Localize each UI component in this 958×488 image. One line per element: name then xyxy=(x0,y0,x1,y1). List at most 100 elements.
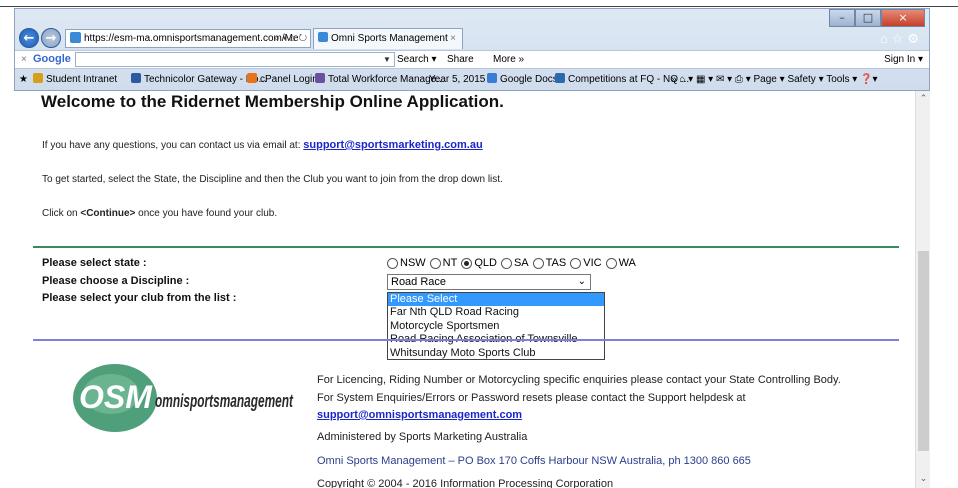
contact-text: If you have any questions, you can conta… xyxy=(42,140,301,151)
support-email-footer: support@omnisportsmanagement.com xyxy=(317,409,522,421)
command-bar[interactable]: » ⌂ ▾ ▦ ▾ ✉ ▾ ⎙ ▾ Page ▾ Safety ▾ Tools … xyxy=(671,70,878,90)
radio-circle xyxy=(500,257,512,269)
page-content: Welcome to the Ridernet Membership Onlin… xyxy=(33,91,899,488)
folder-icon xyxy=(33,73,43,83)
tab-favicon-icon xyxy=(318,32,328,42)
scroll-down-icon[interactable]: ⌄ xyxy=(916,473,931,488)
google-more-button[interactable]: More » xyxy=(493,51,524,68)
favorite-student-intranet[interactable]: Student Intranet xyxy=(33,70,117,90)
support-helpdesk-link[interactable]: support@omnisportsmanagement.com xyxy=(317,409,522,421)
click-prefix: Click on xyxy=(42,208,78,219)
address-url: https://esm-ma.omnisportsmanagement.com/… xyxy=(84,33,299,44)
club-option[interactable]: Whitsunday Moto Sports Club xyxy=(388,347,604,360)
radio-label: TAS xyxy=(545,257,567,269)
section-divider xyxy=(33,246,899,248)
toolbar-close-icon[interactable]: × xyxy=(21,51,27,68)
competitions-icon xyxy=(555,73,565,83)
radio-label: NSW xyxy=(400,257,426,269)
logo-small-text: omnisportsmanagement xyxy=(155,391,294,411)
system-text: For System Enquiries/Errors or Password … xyxy=(317,392,746,404)
instructions-text: To get started, select the State, the Di… xyxy=(42,174,503,185)
footer-divider xyxy=(33,339,899,341)
page-title: Welcome to the Ridernet Membership Onlin… xyxy=(41,92,504,111)
vertical-scrollbar[interactable]: ⌃ ⌄ xyxy=(915,91,930,488)
radio-label: QLD xyxy=(474,257,497,269)
click-suffix: once you have found your club. xyxy=(138,208,278,219)
discipline-select[interactable]: Road Race ⌄ xyxy=(387,274,591,290)
club-label: Please select your club from the list : xyxy=(42,292,237,304)
radio-label: SA xyxy=(513,257,529,269)
favorite-competitions[interactable]: Competitions at FQ - NQ ... xyxy=(555,70,689,90)
scroll-up-icon[interactable]: ⌃ xyxy=(916,93,931,108)
state-radio-group: NSW NT QLD SA TAS VIC WA xyxy=(387,257,640,269)
google-share-button[interactable]: Share xyxy=(447,51,474,68)
state-label: Please select state : xyxy=(42,257,147,269)
google-search-input[interactable] xyxy=(75,52,395,67)
maximize-button[interactable]: □ xyxy=(855,9,881,27)
radio-nt[interactable]: NT xyxy=(429,257,457,269)
favorites-bar: ★ Student Intranet Technicolor Gateway -… xyxy=(15,70,929,91)
close-window-button[interactable]: × xyxy=(881,9,925,27)
club-option[interactable]: Please Select xyxy=(388,293,604,307)
google-sign-in-button[interactable]: Sign In ▾ xyxy=(884,51,923,68)
radio-circle xyxy=(532,257,544,269)
radio-nsw[interactable]: NSW xyxy=(387,257,426,269)
radio-label: VIC xyxy=(583,257,602,269)
radio-circle xyxy=(387,257,398,269)
address-text: Omni Sports Management – PO Box 170 Coff… xyxy=(317,455,751,467)
radio-circle xyxy=(570,257,582,269)
tab-title: Omni Sports Management xyxy=(331,33,448,44)
favorite-label: Student Intranet xyxy=(46,74,118,85)
minimize-button[interactable]: – xyxy=(829,9,855,27)
home-favorites-tools-icons[interactable]: ⌂☆⚙ xyxy=(880,31,923,47)
favorite-cpanel[interactable]: cPanel Login xyxy=(247,70,318,90)
club-option[interactable]: Motorcycle Sportsmen xyxy=(388,320,604,333)
google-toolbar: × Google ▼ Search ▾ Share More » Sign In… xyxy=(15,50,929,69)
radio-vic[interactable]: VIC xyxy=(570,257,602,269)
support-email-link[interactable]: support@sportsmarketing.com.au xyxy=(303,139,482,151)
administered-text: Administered by Sports Marketing Austral… xyxy=(317,431,528,443)
radio-tas[interactable]: TAS xyxy=(532,257,567,269)
top-border xyxy=(0,0,958,7)
google-docs-icon xyxy=(487,73,497,83)
copyright-text: Copyright © 2004 - 2016 Information Proc… xyxy=(317,478,614,488)
favorite-workforce[interactable]: Total Workforce Manage... xyxy=(315,70,445,90)
cpanel-icon xyxy=(247,73,257,83)
favorite-technicolor[interactable]: Technicolor Gateway - Ho... xyxy=(131,70,267,90)
browser-chrome: – □ × ← → https://esm-ma.omnisportsmanag… xyxy=(14,8,930,91)
radio-qld[interactable]: QLD xyxy=(461,257,497,269)
radio-circle xyxy=(605,257,617,269)
forward-icon[interactable]: → xyxy=(41,28,61,48)
contact-line: If you have any questions, you can conta… xyxy=(42,139,483,151)
tab-close-icon[interactable]: × xyxy=(450,29,456,49)
back-icon[interactable]: ← xyxy=(19,28,39,48)
workforce-icon xyxy=(315,73,325,83)
address-controls[interactable]: ⌕ ▾ ⌂ ↻ xyxy=(274,30,307,47)
radio-wa[interactable]: WA xyxy=(605,257,636,269)
site-favicon-icon xyxy=(70,32,81,43)
licencing-text: For Licencing, Riding Number or Motorcyc… xyxy=(317,374,841,386)
favorite-label: Year 5, 2015 xyxy=(429,74,486,85)
navigation-row: ← → https://esm-ma.omnisportsmanagement.… xyxy=(15,28,929,50)
google-search-button[interactable]: Search ▾ xyxy=(397,51,436,68)
scroll-thumb[interactable] xyxy=(918,251,929,451)
continue-instruction: Click on <Continue> once you have found … xyxy=(42,208,277,219)
chevron-down-icon: ⌄ xyxy=(577,276,586,287)
radio-sa[interactable]: SA xyxy=(500,257,529,269)
favorites-star-icon[interactable]: ★ xyxy=(19,70,28,90)
continue-text: <Continue> xyxy=(80,208,136,219)
favorite-label: Total Workforce Manage... xyxy=(328,74,445,85)
window-controls: – □ × xyxy=(829,9,925,27)
osm-logo: OSM omnisportsmanagement xyxy=(73,364,294,432)
tab-omni-sports[interactable]: Omni Sports Management × xyxy=(313,28,463,49)
discipline-label: Please choose a Discipline : xyxy=(42,275,190,287)
club-option[interactable]: Far Nth QLD Road Racing xyxy=(388,306,604,319)
club-listbox[interactable]: Please Select Far Nth QLD Road Racing Mo… xyxy=(387,292,605,360)
favorite-label: Google Docs xyxy=(500,74,558,85)
radio-label: WA xyxy=(618,257,636,269)
favorite-google-docs[interactable]: Google Docs xyxy=(487,70,558,90)
google-search-dropdown-icon[interactable]: ▼ xyxy=(383,51,391,68)
address-bar[interactable]: https://esm-ma.omnisportsmanagement.com/… xyxy=(65,29,311,48)
radio-circle-selected xyxy=(461,257,473,269)
favorite-label: cPanel Login xyxy=(260,74,318,85)
